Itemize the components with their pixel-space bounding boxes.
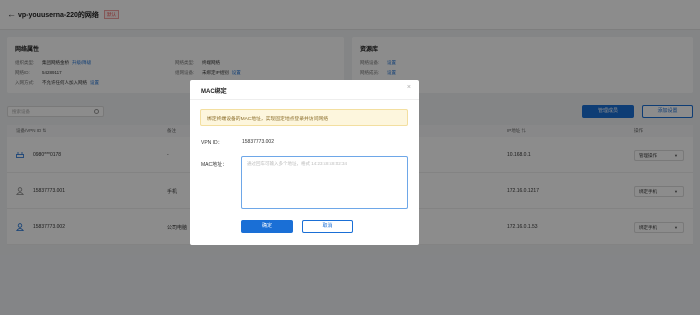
vpn-id-label: VPN ID： — [201, 140, 223, 146]
mac-address-label: MAC地址： — [201, 162, 228, 168]
notice-banner: 绑定终端设备的MAC地址，实现固定地点登录并访问网络 — [200, 109, 408, 126]
confirm-button[interactable]: 确定 — [241, 220, 293, 233]
mac-address-input[interactable] — [241, 156, 408, 209]
close-icon[interactable]: × — [407, 84, 411, 91]
cancel-button[interactable]: 取消 — [302, 220, 353, 233]
vpn-id-value: 15837773.002 — [242, 139, 274, 145]
notice-text: 绑定终端设备的MAC地址，实现固定地点登录并访问网络 — [207, 117, 328, 122]
dialog-title: MAC绑定 — [201, 89, 227, 95]
dialog-header: MAC绑定 × — [190, 80, 419, 100]
